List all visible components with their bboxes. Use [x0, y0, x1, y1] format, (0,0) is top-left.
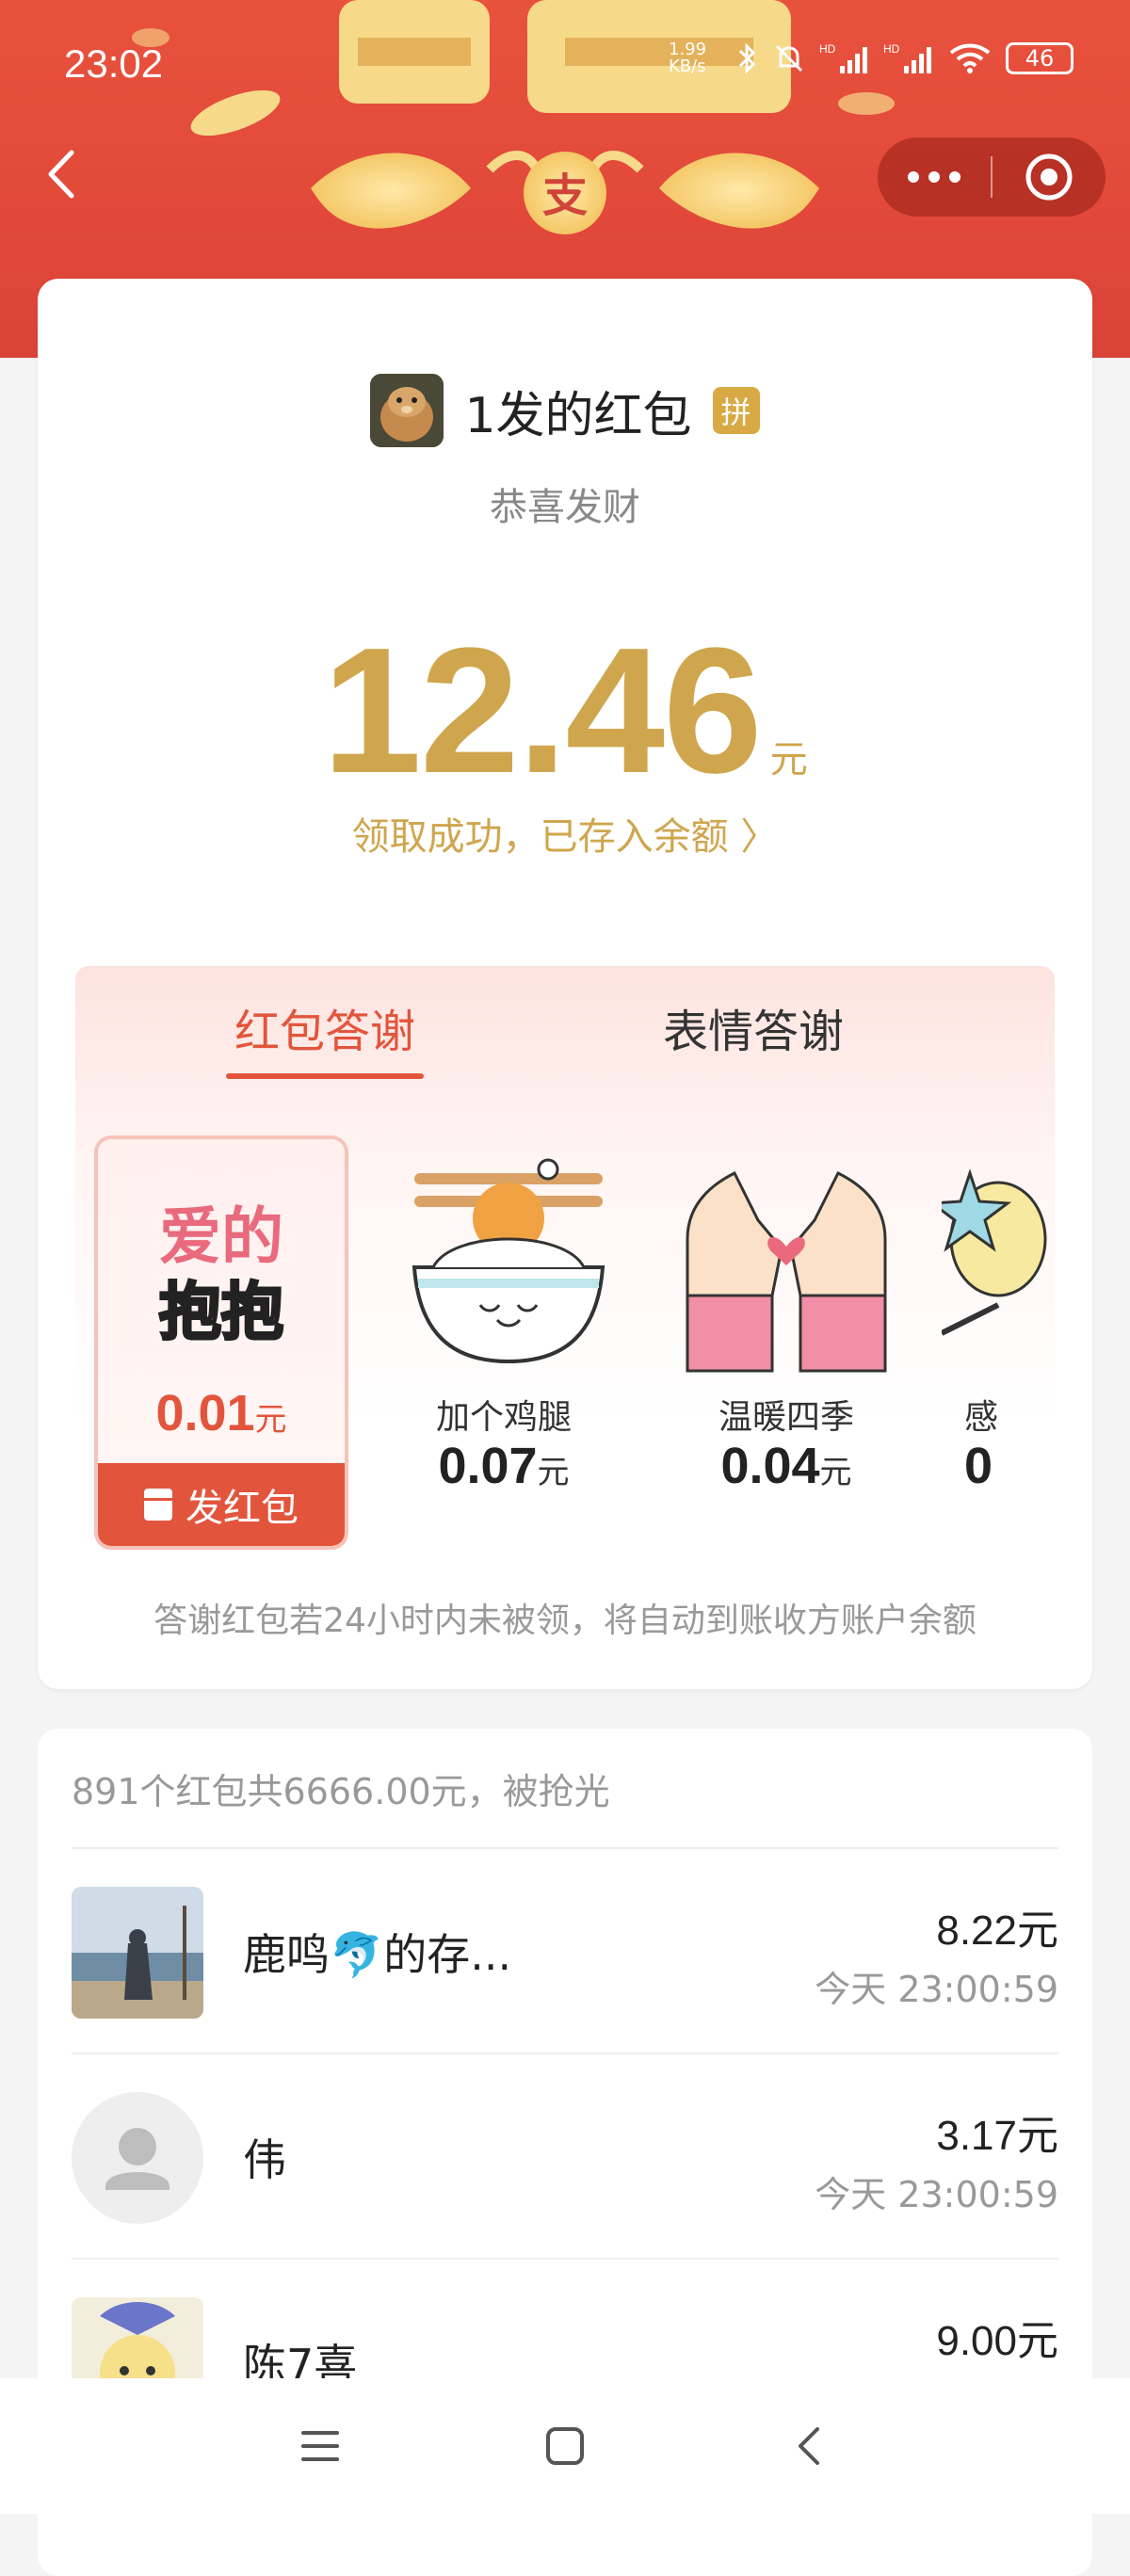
status-icons: 1.99 KB/s HD HD 46: [669, 41, 1074, 75]
send-button-label: 发红包: [186, 1487, 299, 1530]
gift-item-partial[interactable]: 感 0: [942, 1135, 1055, 1550]
group-badge: 拼: [712, 387, 760, 434]
sender-name: 1发的红包: [464, 387, 692, 444]
back-icon[interactable]: [782, 2418, 838, 2474]
sender-avatar[interactable]: [370, 374, 444, 447]
receive-time: 今天 23:00:59: [815, 1969, 1058, 2010]
wifi-icon: [949, 43, 991, 73]
chevron-left-icon[interactable]: [34, 141, 90, 207]
gift-price: 0.01元: [98, 1384, 345, 1442]
target-icon[interactable]: [993, 137, 1106, 217]
tab-red-packet-thanks[interactable]: 红包答谢: [226, 994, 424, 1070]
list-item[interactable]: 伟 3.17元 今天 23:00:59: [72, 2054, 1058, 2258]
signal-icon-2: HD: [883, 42, 931, 73]
sender-row: 1发的红包 拼: [38, 373, 1092, 448]
active-tab-indicator: [226, 1073, 424, 1079]
red-packet-card: 1发的红包 拼 恭喜发财 12.46 元 领取成功，已存入余额 〉 红包答谢 表情…: [38, 279, 1092, 1689]
tab-sticker-thanks[interactable]: 表情答谢: [640, 994, 866, 1070]
more-dots-icon[interactable]: [878, 137, 991, 217]
gift-item-drumstick[interactable]: 加个鸡腿 0.07元: [377, 1135, 631, 1550]
balance-link[interactable]: 领取成功，已存入余额 〉: [38, 806, 1092, 861]
list-item[interactable]: 鹿鸣🐬的存... 8.22元 今天 23:00:59: [72, 1849, 1058, 2053]
gift-item-warm-seasons[interactable]: 温暖四季 0.04元: [659, 1135, 913, 1550]
blessing-text: 恭喜发财: [490, 486, 640, 529]
star-wand-icon: [942, 1168, 1047, 1336]
packet-summary: 891个红包共6666.00元，被抢光: [72, 1771, 610, 1812]
receiver-amount: 8.22元: [936, 1908, 1058, 1954]
thanks-note: 答谢红包若24小时内未被领，将自动到账收方账户余额: [153, 1602, 977, 1640]
rice-bowl-drumstick-icon: [412, 1158, 605, 1364]
gift-name: 感: [964, 1398, 999, 1437]
thanks-panel: 红包答谢 表情答谢 爱的 抱抱 0.01元 发红包 加个鸡腿 0.07元 温暖四…: [75, 966, 1055, 1616]
net-speed: 1.99 KB/s: [669, 40, 707, 76]
gift-price: 0.07元: [377, 1437, 631, 1495]
amount-row: 12.46 元: [38, 608, 1092, 813]
signal-icon-1: HD: [819, 42, 867, 73]
alipay-logo: 支: [541, 169, 588, 222]
price-value: 0.04: [720, 1438, 820, 1494]
gift-item-hug[interactable]: 爱的 抱抱 0.01元 发红包: [94, 1135, 348, 1550]
gift-price: 0.04元: [659, 1437, 913, 1495]
gift-name: 加个鸡腿: [435, 1398, 572, 1437]
envelope-icon: [144, 1489, 172, 1521]
gift-price: 0: [942, 1437, 1055, 1495]
amount-unit: 元: [769, 738, 808, 781]
price-value: 0.07: [438, 1438, 538, 1494]
price-unit: 元: [537, 1454, 570, 1491]
price-unit: 元: [819, 1454, 852, 1491]
bluetooth-icon: [738, 42, 756, 74]
mini-program-capsule: [878, 137, 1106, 217]
received-amount: 12.46: [322, 611, 762, 811]
heart-hands-icon: [686, 1170, 887, 1373]
menu-icon[interactable]: [292, 2418, 348, 2474]
default-avatar-icon[interactable]: [72, 2092, 203, 2224]
status-time: 23:02: [64, 41, 164, 86]
home-icon[interactable]: [537, 2418, 593, 2474]
receive-time: 今天 23:00:59: [815, 2174, 1058, 2215]
gift-name: 温暖四季: [718, 1398, 854, 1437]
receiver-name: 伟: [243, 2134, 286, 2185]
avatar[interactable]: [72, 1887, 203, 2019]
svg-text:HD: HD: [819, 42, 836, 56]
price-unit: 元: [254, 1401, 287, 1439]
receiver-amount: 3.17元: [936, 2113, 1058, 2159]
price-value: 0.01: [155, 1385, 255, 1441]
receiver-name: 鹿鸣🐬的存...: [243, 1929, 512, 1980]
hug-sticker: 爱的 抱抱: [98, 1139, 345, 1384]
price-value: 0: [964, 1438, 993, 1494]
status-bar: 23:02 1.99 KB/s HD HD 46: [0, 0, 1130, 122]
send-red-packet-button[interactable]: 发红包: [98, 1463, 345, 1546]
sticker-text-line-2: 抱抱: [158, 1275, 285, 1350]
svg-text:HD: HD: [883, 42, 900, 56]
mute-bell-icon: [775, 44, 803, 72]
battery-indicator: 46: [1006, 42, 1074, 74]
system-nav-bar: [0, 2378, 1130, 2514]
receiver-amount: 9.00元: [936, 2318, 1058, 2364]
